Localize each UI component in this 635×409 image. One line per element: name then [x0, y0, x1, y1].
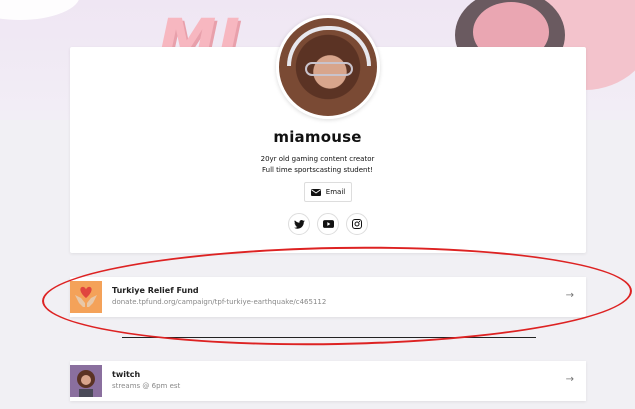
twitch-avatar-thumbnail [70, 365, 102, 397]
instagram-icon [352, 219, 362, 229]
annotation-highlight-ellipse [41, 241, 633, 351]
mail-icon [310, 188, 321, 196]
instagram-link[interactable] [346, 213, 368, 235]
banner-decoration [0, 0, 80, 20]
youtube-icon [322, 220, 334, 228]
headset-art [287, 26, 371, 66]
email-button-label: Email [325, 188, 346, 196]
link-title: twitch [112, 370, 141, 379]
link-row-twitch[interactable]: twitch streams @ 6pm est → [70, 361, 586, 401]
link-subtitle: streams @ 6pm est [112, 382, 181, 390]
glasses-art [305, 62, 353, 76]
youtube-link[interactable] [317, 213, 339, 235]
profile-avatar [276, 15, 380, 119]
bio-line-1: 20yr old gaming content creator [260, 155, 375, 163]
email-button[interactable]: Email [304, 182, 352, 202]
twitter-icon [293, 219, 305, 229]
profile-username: miamouse [273, 128, 362, 146]
arrow-right-icon: → [565, 374, 574, 385]
profile-bio: 20yr old gaming content creator Full tim… [0, 154, 635, 176]
bio-line-2: Full time sportscasting student! [261, 166, 374, 174]
twitter-link[interactable] [288, 213, 310, 235]
